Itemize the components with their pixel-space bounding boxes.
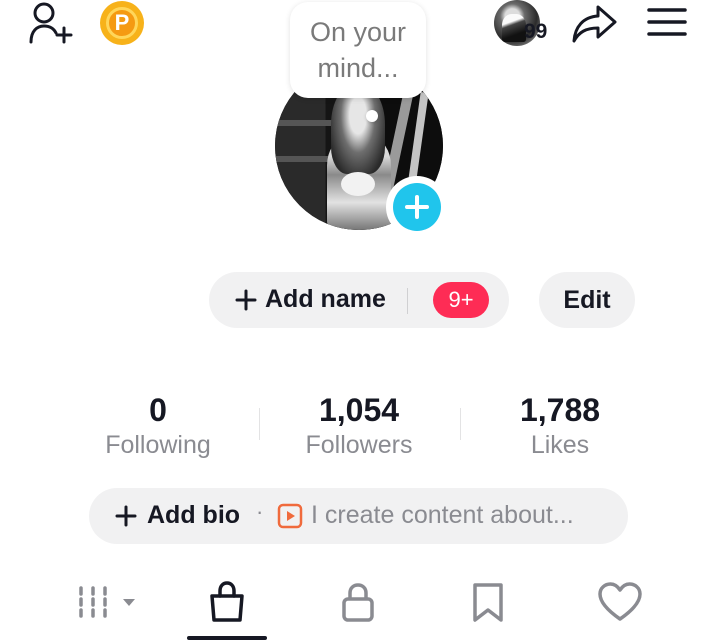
edit-profile-button[interactable]: Edit bbox=[539, 272, 635, 328]
stat-value: 0 bbox=[149, 392, 167, 428]
person-plus-icon bbox=[29, 2, 73, 44]
avatar-photo-detail bbox=[275, 120, 335, 126]
avatar-photo-detail bbox=[275, 156, 335, 162]
stat-followers[interactable]: 1,054 Followers bbox=[269, 392, 449, 462]
stat-divider bbox=[460, 408, 461, 440]
play-square-icon bbox=[277, 503, 303, 529]
add-friend-button[interactable] bbox=[24, 0, 76, 46]
active-tab-indicator bbox=[187, 636, 267, 640]
plus-icon bbox=[405, 195, 429, 219]
stat-divider bbox=[259, 408, 260, 440]
avatar-photo-person bbox=[341, 172, 375, 196]
divider bbox=[407, 288, 408, 314]
story-views-count: 99 bbox=[524, 20, 548, 43]
shopping-bag-icon bbox=[210, 581, 244, 622]
heart-icon bbox=[598, 582, 642, 621]
thought-bubble-tail bbox=[366, 110, 378, 122]
hamburger-menu-icon bbox=[647, 8, 687, 36]
tab-videos-grid[interactable] bbox=[64, 572, 144, 632]
bookmark-icon bbox=[473, 583, 503, 622]
tab-private[interactable] bbox=[318, 572, 398, 632]
stat-label: Followers bbox=[305, 431, 413, 459]
add-bio-button[interactable]: Add bio · I create content about... bbox=[89, 488, 628, 544]
story-views-button[interactable]: 99 bbox=[494, 0, 560, 48]
add-photo-button[interactable] bbox=[386, 176, 448, 238]
coin-letter: P bbox=[106, 7, 138, 39]
tab-shop[interactable] bbox=[187, 572, 267, 632]
share-arrow-icon bbox=[572, 5, 617, 43]
stat-following[interactable]: 0 Following bbox=[68, 392, 248, 462]
menu-button[interactable] bbox=[644, 2, 690, 42]
tab-saved[interactable] bbox=[448, 572, 528, 632]
bio-separator: · bbox=[256, 499, 264, 524]
add-name-button[interactable]: Add name 9+ bbox=[209, 272, 509, 328]
stat-label: Following bbox=[105, 431, 211, 459]
stat-value: 1,788 bbox=[519, 392, 601, 428]
add-bio-label: Add bio bbox=[147, 501, 241, 529]
lock-icon bbox=[342, 583, 374, 622]
plus-icon bbox=[115, 505, 137, 527]
status-thought-bubble[interactable]: On your mind... bbox=[290, 2, 426, 98]
plus-icon bbox=[235, 289, 257, 311]
coin-p-icon: P bbox=[100, 1, 144, 45]
share-profile-button[interactable] bbox=[568, 0, 620, 46]
tab-liked[interactable] bbox=[580, 572, 660, 632]
stat-value: 1,054 bbox=[318, 392, 400, 428]
profile-screen: P 99 On your mind... Add name 9+ Edit 0 … bbox=[0, 0, 719, 642]
stat-likes[interactable]: 1,788 Likes bbox=[470, 392, 650, 462]
grid-filter-icon bbox=[79, 586, 135, 618]
points-button[interactable]: P bbox=[98, 0, 146, 46]
add-name-label: Add name bbox=[265, 285, 386, 313]
stat-label: Likes bbox=[530, 431, 590, 459]
bio-placeholder: I create content about... bbox=[311, 501, 574, 529]
thought-bubble-text: On your mind... bbox=[309, 17, 407, 83]
notification-badge[interactable]: 9+ bbox=[433, 282, 489, 318]
